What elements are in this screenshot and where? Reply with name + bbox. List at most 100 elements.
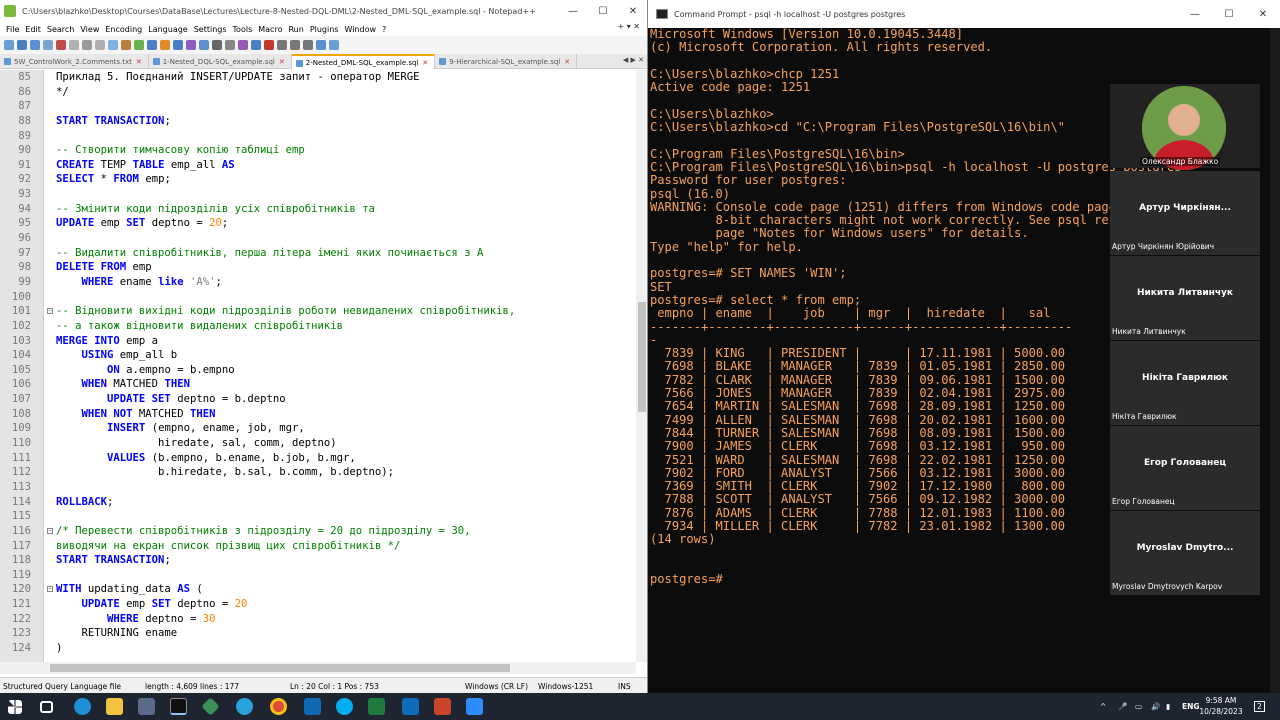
participant-tile[interactable]: Myroslav Dmytro... Myroslav Dmytrovych Ka… bbox=[1110, 511, 1260, 595]
command-prompt-taskbar-icon[interactable] bbox=[170, 698, 187, 715]
code-token: emp; bbox=[138, 173, 171, 186]
cmd-maximize-button[interactable]: ☐ bbox=[1212, 0, 1246, 28]
menu-settings[interactable]: Settings bbox=[194, 25, 227, 34]
file-tab[interactable]: 9-Hierarchical-SQL_example.sql ✕ bbox=[435, 54, 578, 69]
cmd-titlebar[interactable]: Command Prompt - psql -h localhost -U po… bbox=[648, 0, 1280, 28]
menu-tools[interactable]: Tools bbox=[233, 25, 253, 34]
telegram-icon[interactable] bbox=[236, 698, 253, 715]
menu-run[interactable]: Run bbox=[288, 25, 303, 34]
code-area[interactable]: Приклад 5. Поєднаний INSERT/UPDATE запит… bbox=[44, 70, 636, 662]
toolbar-icon[interactable] bbox=[264, 40, 274, 50]
menu-view[interactable]: View bbox=[80, 25, 99, 34]
toolbar-icon[interactable] bbox=[4, 40, 14, 50]
toolbar-icon[interactable] bbox=[251, 40, 261, 50]
toolbar-icon[interactable] bbox=[238, 40, 248, 50]
fold-toggle-icon[interactable]: − bbox=[47, 308, 53, 315]
file-tab[interactable]: 2-Nested_DML-SQL_example.sql ✕ bbox=[291, 54, 436, 69]
toolbar-icon[interactable] bbox=[329, 40, 339, 50]
toolbar-icon[interactable] bbox=[160, 40, 170, 50]
toolbar-icon[interactable] bbox=[316, 40, 326, 50]
tab-scroll-arrows[interactable]: ◀ ▶ ✕ bbox=[623, 56, 644, 64]
cmd-close-button[interactable]: ✕ bbox=[1246, 0, 1280, 28]
tray-chevron-icon[interactable]: ^ bbox=[1100, 693, 1106, 720]
toolbar-icon[interactable] bbox=[186, 40, 196, 50]
toolbar-icon[interactable] bbox=[69, 40, 79, 50]
chrome-icon[interactable] bbox=[270, 698, 287, 715]
menu-edit[interactable]: Edit bbox=[25, 25, 41, 34]
minimize-button[interactable]: — bbox=[558, 0, 588, 22]
toolbar-icon[interactable] bbox=[95, 40, 105, 50]
toolbar-icon[interactable] bbox=[212, 40, 222, 50]
line-number-gutter: 85 86 87 88 89 90 91 92 93 94 95 96 97 98 99 100 101 102 1… bbox=[0, 70, 44, 662]
fold-toggle-icon[interactable]: − bbox=[47, 586, 53, 593]
close-tab-icon[interactable]: ✕ bbox=[564, 58, 570, 66]
menu-plugins[interactable]: Plugins bbox=[310, 25, 339, 34]
system-clock[interactable]: 9:58 AM 10/28/2023 bbox=[1196, 695, 1246, 717]
participant-tile[interactable]: Никита Литвинчук Никита Литвинчук bbox=[1110, 256, 1260, 340]
notification-center-icon[interactable]: 2 bbox=[1254, 693, 1265, 720]
toolbar-icon[interactable] bbox=[290, 40, 300, 50]
toolbar-icon[interactable] bbox=[17, 40, 27, 50]
toolbar-icon[interactable] bbox=[56, 40, 66, 50]
toolbar-icon[interactable] bbox=[134, 40, 144, 50]
cmd-scrollbar[interactable] bbox=[1270, 28, 1280, 693]
npp-statusbar: Structured Query Language file length : … bbox=[0, 677, 647, 693]
git-icon[interactable] bbox=[201, 697, 220, 716]
menu-extra-controls[interactable]: + ▾ ✕ bbox=[617, 22, 640, 31]
toolbar-icon[interactable] bbox=[277, 40, 287, 50]
editor-vertical-scrollbar[interactable] bbox=[636, 70, 647, 662]
outlook-icon[interactable] bbox=[402, 698, 419, 715]
toolbar-icon[interactable] bbox=[173, 40, 183, 50]
volume-icon[interactable]: 🔊 bbox=[1151, 693, 1160, 720]
powerpoint-icon[interactable] bbox=[434, 698, 451, 715]
edge-browser-icon[interactable] bbox=[74, 698, 91, 715]
battery-icon[interactable]: ▮ bbox=[1166, 693, 1170, 720]
menu-language[interactable]: Language bbox=[148, 25, 187, 34]
participant-tile[interactable]: Олександр Блажко bbox=[1110, 84, 1260, 170]
fold-toggle-icon[interactable]: − bbox=[47, 527, 53, 534]
task-view-icon[interactable] bbox=[40, 701, 53, 713]
code-token: emp_all bbox=[164, 158, 222, 171]
menu-[interactable]: ? bbox=[382, 25, 386, 34]
menu-window[interactable]: Window bbox=[344, 25, 376, 34]
file-tab[interactable]: 1-Nested_DQL-SQL_example.sql ✕ bbox=[149, 54, 292, 69]
close-tab-icon[interactable]: ✕ bbox=[136, 58, 142, 66]
toolbar-icon[interactable] bbox=[199, 40, 209, 50]
menu-file[interactable]: File bbox=[6, 25, 19, 34]
app-icon[interactable] bbox=[304, 698, 321, 715]
menu-macro[interactable]: Macro bbox=[258, 25, 282, 34]
close-tab-icon[interactable]: ✕ bbox=[279, 58, 285, 66]
network-icon[interactable]: ▭ bbox=[1135, 693, 1142, 720]
npp-titlebar[interactable]: C:\Users\blazhko\Desktop\Courses\DataBas… bbox=[0, 0, 647, 22]
close-button[interactable]: ✕ bbox=[618, 0, 647, 22]
participant-tile[interactable]: Егор Голованец Егор Голованец bbox=[1110, 426, 1260, 510]
participant-full-name: Артур Чиркінян Юрійович bbox=[1112, 242, 1215, 251]
toolbar-icon[interactable] bbox=[121, 40, 131, 50]
maximize-button[interactable]: ☐ bbox=[588, 0, 618, 22]
close-tab-icon[interactable]: ✕ bbox=[422, 59, 428, 67]
participant-tile[interactable]: Нікіта Гаврилюк Нікіта Гаврилюк bbox=[1110, 341, 1260, 425]
toolbar-icon[interactable] bbox=[225, 40, 235, 50]
visual-studio-icon[interactable] bbox=[138, 698, 155, 715]
excel-icon[interactable] bbox=[368, 698, 385, 715]
start-menu-icon[interactable] bbox=[8, 700, 22, 714]
toolbar-icon[interactable] bbox=[108, 40, 118, 50]
cmd-minimize-button[interactable]: — bbox=[1178, 0, 1212, 28]
toolbar-icon[interactable] bbox=[303, 40, 313, 50]
toolbar-icon[interactable] bbox=[30, 40, 40, 50]
menu-search[interactable]: Search bbox=[47, 25, 74, 34]
toolbar-icon[interactable] bbox=[147, 40, 157, 50]
menu-encoding[interactable]: Encoding bbox=[105, 25, 142, 34]
clock-time: 9:58 AM bbox=[1205, 696, 1237, 705]
zoom-icon[interactable] bbox=[466, 698, 483, 715]
participant-tile[interactable]: Артур Чиркінян... Артур Чиркінян Юрійович bbox=[1110, 171, 1260, 255]
file-tab[interactable]: 5W_ControlWork_2.Comments.txt ✕ bbox=[0, 54, 149, 69]
skype-icon[interactable] bbox=[336, 698, 353, 715]
microphone-icon[interactable]: 🎤 bbox=[1118, 693, 1127, 720]
toolbar-icon[interactable] bbox=[43, 40, 53, 50]
editor-horizontal-scrollbar[interactable] bbox=[0, 662, 636, 674]
file-explorer-icon[interactable] bbox=[106, 698, 123, 715]
toolbar-icon[interactable] bbox=[82, 40, 92, 50]
line-number: 106 bbox=[11, 378, 31, 391]
code-editor[interactable]: 85 86 87 88 89 90 91 92 93 94 95 96 97 98 99 100 101 102 1… bbox=[0, 70, 636, 662]
